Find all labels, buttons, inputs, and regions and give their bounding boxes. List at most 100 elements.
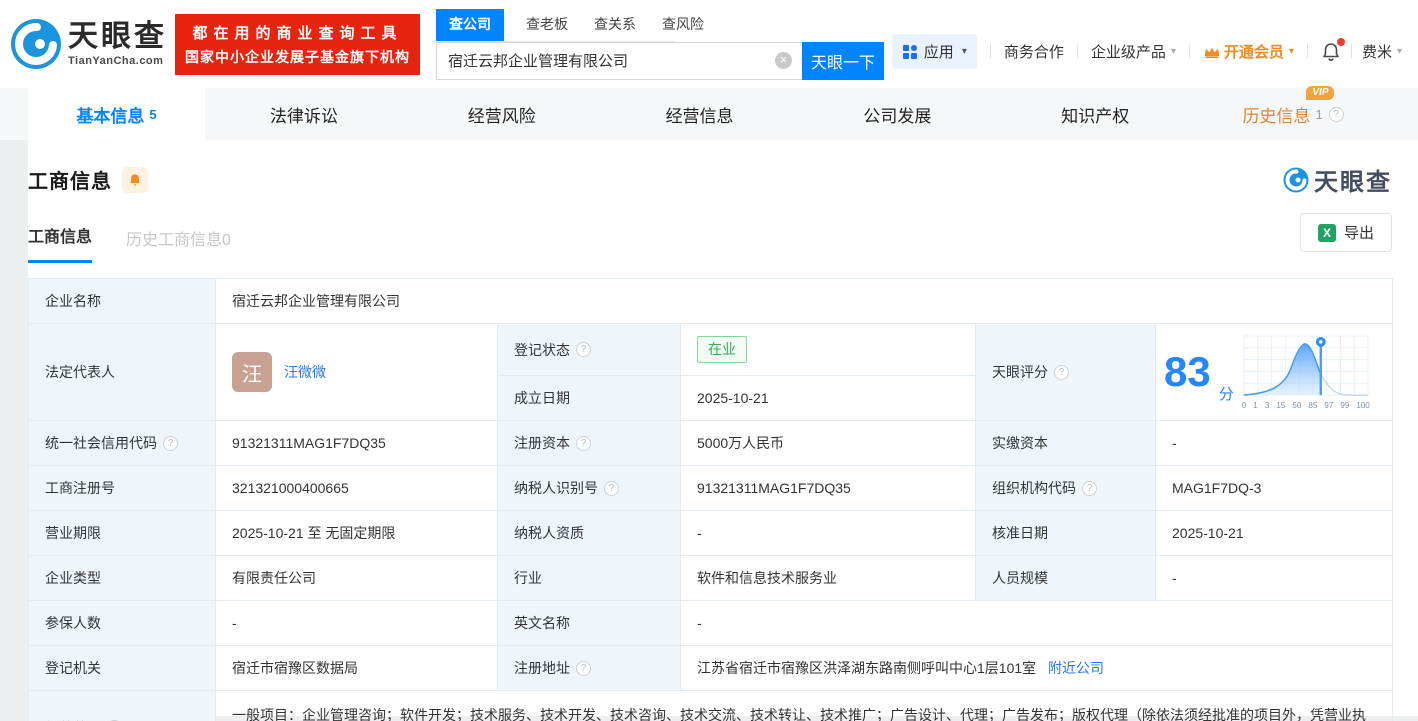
user-menu[interactable]: 费米 ▾ <box>1362 41 1402 62</box>
search-input[interactable] <box>436 42 802 80</box>
tianyancha-swirl-icon <box>10 18 62 70</box>
top-header: 天眼查 TianYanCha.com 都在用的商业查询工具 国家中小企业发展子基… <box>0 0 1418 88</box>
tab-label: 历史信息 <box>1242 107 1310 126</box>
staff-size-label: 人员规模 <box>976 556 1156 601</box>
nav-enterprise-products[interactable]: 企业级产品 ▾ <box>1091 41 1176 62</box>
help-icon[interactable]: ? <box>1054 365 1069 380</box>
chevron-down-icon: ▾ <box>1171 46 1176 57</box>
reg-no-label: 工商注册号 <box>29 466 216 511</box>
reg-status-label: 登记状态 ? <box>498 324 681 376</box>
paid-capital-value: - <box>1156 421 1393 466</box>
table-row: 营业期限 2025-10-21 至 无固定期限 纳税人资质 - 核准日期 202… <box>29 511 1393 556</box>
help-icon[interactable]: ? <box>1082 481 1097 496</box>
subtab-history-business-info[interactable]: 历史工商信息0 <box>126 226 231 263</box>
legal-rep-link[interactable]: 汪微微 <box>284 362 326 382</box>
nav-cooperation[interactable]: 商务合作 <box>1004 41 1064 62</box>
company-type-label: 企业类型 <box>29 556 216 601</box>
business-scope-value: 一般项目：企业管理咨询；软件开发；技术服务、技术开发、技术咨询、技术交流、技术转… <box>216 691 1393 721</box>
slogan-line1: 都在用的商业查询工具 <box>185 22 410 43</box>
apps-menu[interactable]: 应用 ▾ <box>892 34 977 69</box>
label-text: 登记状态 <box>514 340 570 360</box>
tab-label: 公司发展 <box>863 102 931 127</box>
company-name-value: 宿迁云邦企业管理有限公司 <box>216 279 1393 324</box>
insured-count-label: 参保人数 <box>29 601 216 646</box>
tab-basic-info[interactable]: 基本信息 5 <box>28 88 205 140</box>
tab-operating-risk[interactable]: 经营风险 <box>403 88 601 140</box>
help-icon[interactable]: ? <box>163 436 178 451</box>
taxpayer-id-label: 纳税人识别号 ? <box>498 466 681 511</box>
divider <box>990 44 991 59</box>
business-scope-label: 经营范围 ? <box>29 691 216 721</box>
table-row: 法定代表人 汪 汪微微 登记状态 ? 在业 天眼评分 ? 83 <box>29 324 1393 376</box>
tab-history-info[interactable]: 历史信息 VIP 1 ? <box>1194 88 1392 140</box>
label-text: 注册资本 <box>514 433 570 453</box>
score-axis-labels: 01 315 5085 9799 100 <box>1242 401 1370 410</box>
label-text: 注册地址 <box>514 658 570 678</box>
apps-grid-icon <box>902 44 918 60</box>
uscc-value: 91321311MAG1F7DQ35 <box>216 421 498 466</box>
company-nav-tabs: 基本信息 5 法律诉讼 经营风险 经营信息 公司发展 知识产权 历史信息 VIP… <box>0 88 1418 140</box>
label-text: 天眼评分 <box>992 362 1048 382</box>
search-button[interactable]: 天眼一下 <box>802 42 884 80</box>
reg-capital-value: 5000万人民币 <box>681 421 976 466</box>
clear-search-icon[interactable]: × <box>775 52 792 69</box>
tab-operating-info[interactable]: 经营信息 <box>601 88 799 140</box>
table-row: 统一社会信用代码 ? 91321311MAG1F7DQ35 注册资本 ? 500… <box>29 421 1393 466</box>
search-tab-relation[interactable]: 查关系 <box>594 9 636 41</box>
subtabs: 工商信息 历史工商信息0 X 导出 <box>28 223 1392 263</box>
score-cell[interactable]: 83 分 <box>1156 324 1393 421</box>
section-title: 工商信息 <box>28 165 112 194</box>
divider <box>1077 44 1078 59</box>
search-tab-risk[interactable]: 查风险 <box>662 9 704 41</box>
score-value: 83 <box>1164 351 1211 393</box>
approval-date-value: 2025-10-21 <box>1156 511 1393 556</box>
nearby-companies-link[interactable]: 附近公司 <box>1048 660 1104 676</box>
chevron-down-icon: ▾ <box>962 46 967 57</box>
export-button[interactable]: X 导出 <box>1300 213 1392 252</box>
enterprise-label: 企业级产品 <box>1091 41 1166 62</box>
help-icon[interactable]: ? <box>576 661 591 676</box>
tab-intellectual-property[interactable]: 知识产权 <box>996 88 1194 140</box>
help-icon[interactable]: ? <box>1329 107 1344 122</box>
help-icon[interactable]: ? <box>576 342 591 357</box>
vip-badge: VIP <box>1306 86 1334 100</box>
address-value: 江苏省宿迁市宿豫区洪泽湖东路南侧呼叫中心1层101室 附近公司 <box>681 646 1393 691</box>
help-icon[interactable]: ? <box>604 481 619 496</box>
chevron-down-icon: ▾ <box>1397 46 1402 57</box>
registry-value: 宿迁市宿豫区数据局 <box>216 646 498 691</box>
watermark-logo: 天眼查 <box>1283 162 1392 197</box>
notification-dot <box>1337 38 1345 46</box>
logo-subtitle: TianYanCha.com <box>68 55 167 67</box>
tab-company-development[interactable]: 公司发展 <box>798 88 996 140</box>
crown-icon <box>1203 45 1221 59</box>
brand-slogan: 都在用的商业查询工具 国家中小企业发展子基金旗下机构 <box>175 14 420 75</box>
label-text: 组织机构代码 <box>992 478 1076 498</box>
excel-icon: X <box>1318 224 1336 242</box>
search-area: 查公司 查老板 查关系 查风险 × 天眼一下 <box>436 9 884 80</box>
score-unit: 分 <box>1219 383 1234 404</box>
monitor-bell-button[interactable] <box>122 167 148 193</box>
header-nav: 应用 ▾ 商务合作 企业级产品 ▾ 开通会员 ▾ <box>892 34 1402 69</box>
legal-rep-label: 法定代表人 <box>29 324 216 421</box>
tianyancha-logo[interactable]: 天眼查 TianYanCha.com <box>10 18 167 70</box>
registry-label: 登记机关 <box>29 646 216 691</box>
bell-icon <box>128 173 142 187</box>
search-tab-company[interactable]: 查公司 <box>436 9 504 41</box>
tab-legal-proceedings[interactable]: 法律诉讼 <box>205 88 403 140</box>
open-vip-button[interactable]: 开通会员 ▾ <box>1203 41 1294 62</box>
label-text: 纳税人识别号 <box>514 478 598 498</box>
subtab-business-info[interactable]: 工商信息 <box>28 223 92 263</box>
help-icon[interactable]: ? <box>576 436 591 451</box>
tianyancha-swirl-icon <box>1283 167 1309 193</box>
legal-rep-cell: 汪 汪微微 <box>216 324 498 421</box>
industry-label: 行业 <box>498 556 681 601</box>
establish-date-label: 成立日期 <box>498 376 681 421</box>
avatar[interactable]: 汪 <box>232 352 272 392</box>
search-tab-boss[interactable]: 查老板 <box>526 9 568 41</box>
table-row: 经营范围 ? 一般项目：企业管理咨询；软件开发；技术服务、技术开发、技术咨询、技… <box>29 691 1393 721</box>
chevron-down-icon: ▾ <box>1289 46 1294 57</box>
reg-no-value: 321321000400665 <box>216 466 498 511</box>
taxpayer-qual-label: 纳税人资质 <box>498 511 681 556</box>
notifications-bell[interactable] <box>1321 42 1341 62</box>
insured-count-value: - <box>216 601 498 646</box>
